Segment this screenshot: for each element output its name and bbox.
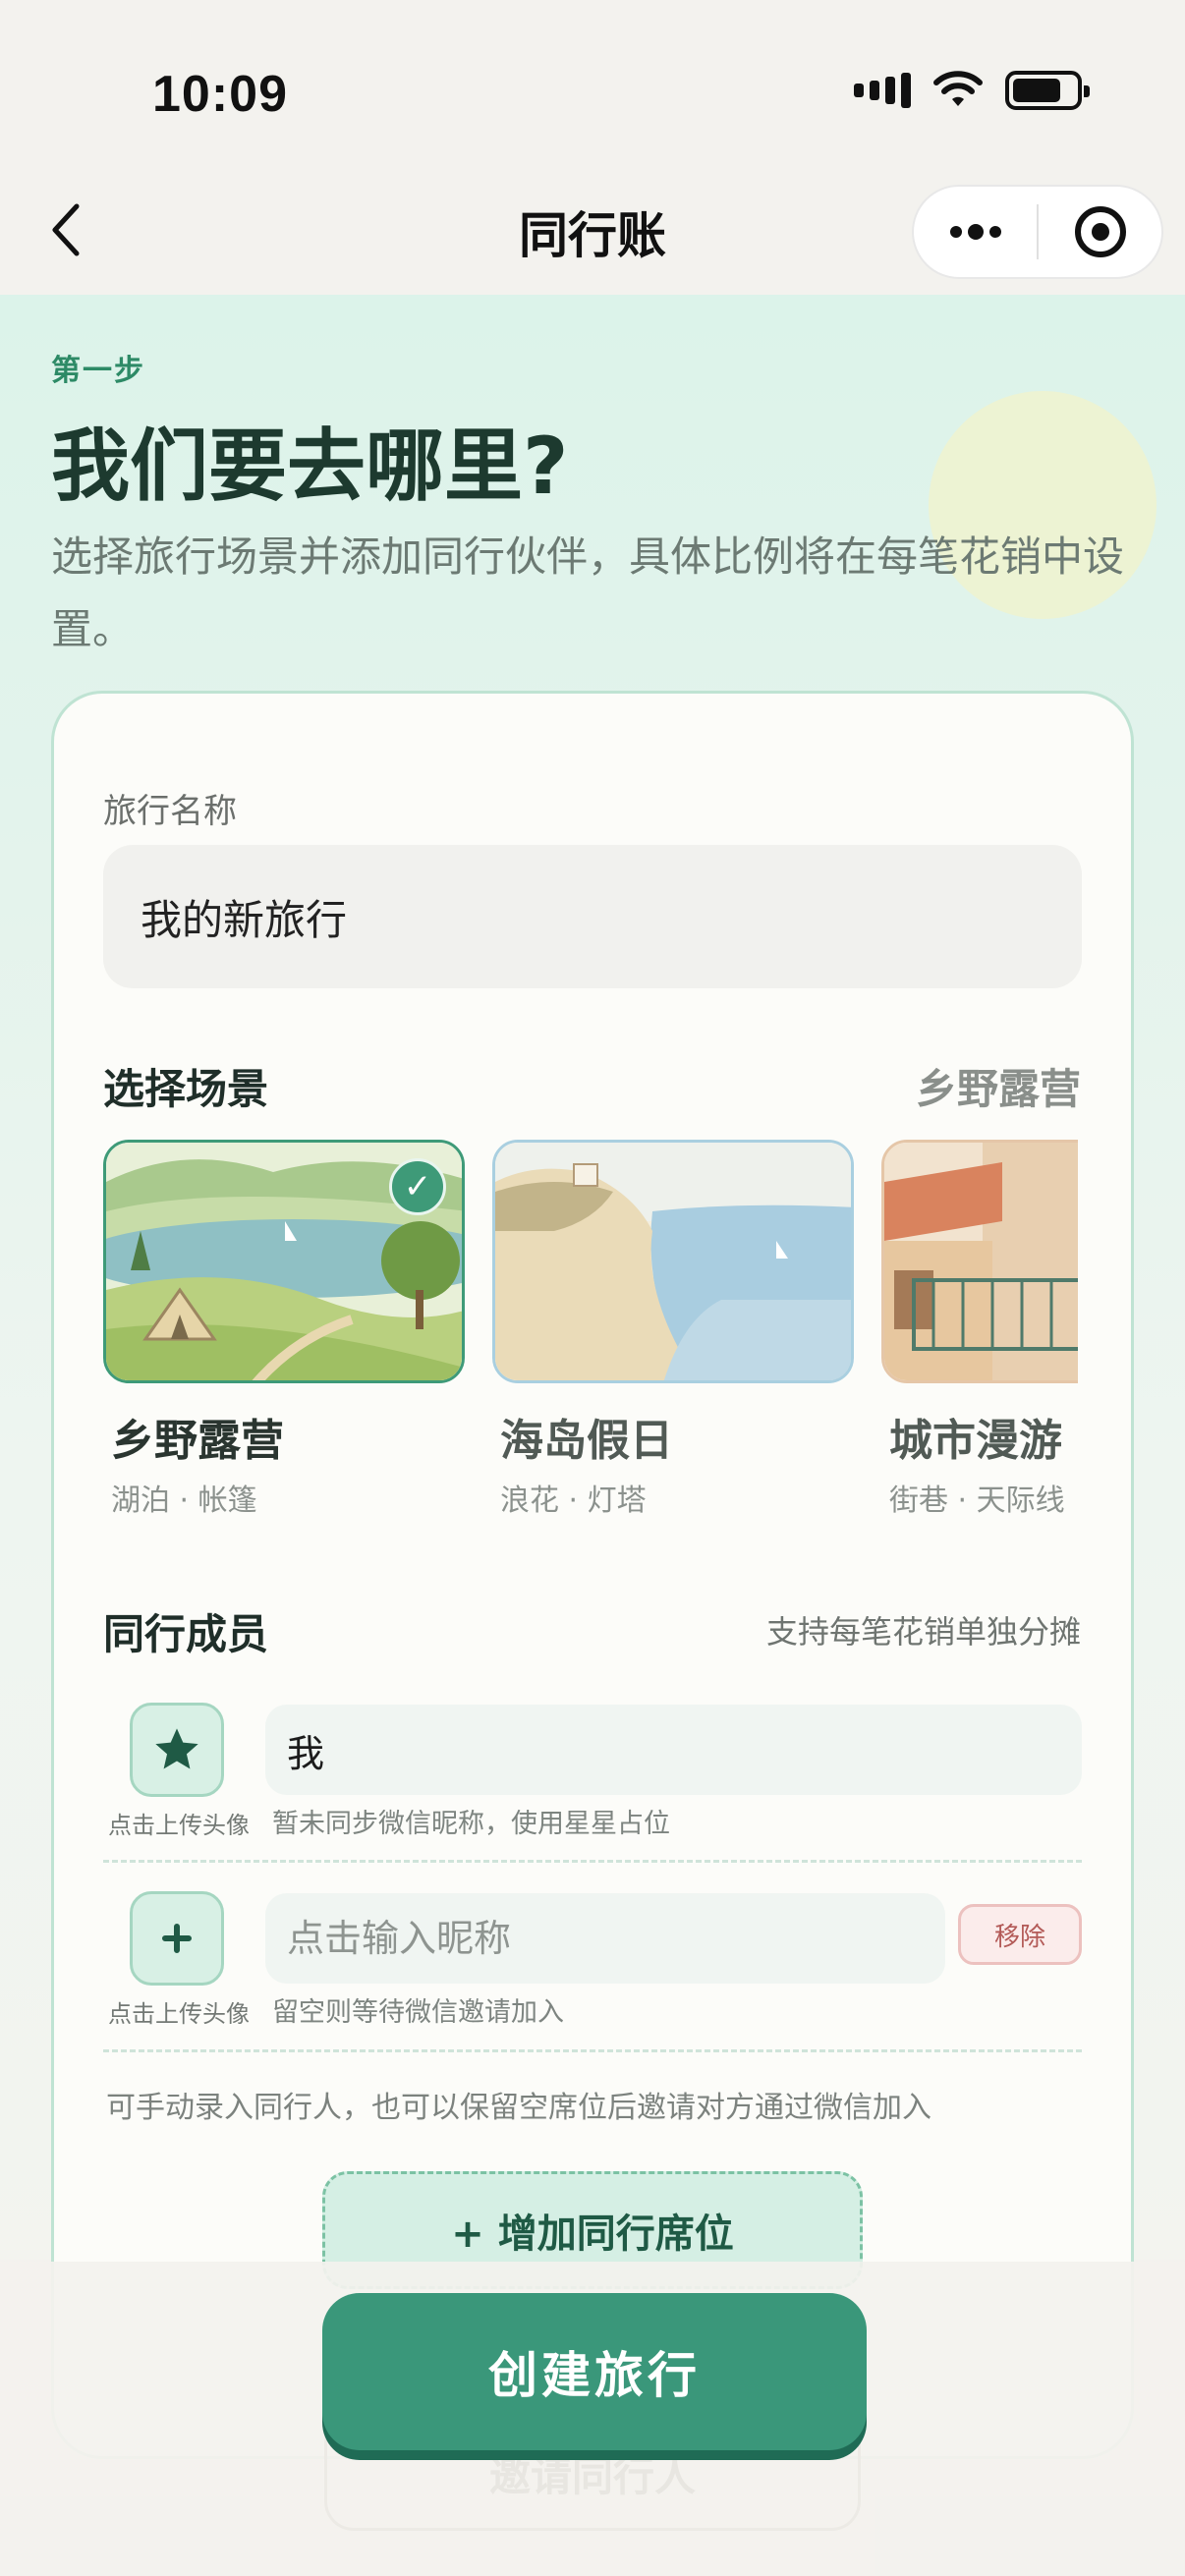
status-time: 10:09: [152, 66, 288, 123]
trip-name-input[interactable]: [103, 845, 1082, 988]
more-button[interactable]: [914, 187, 1037, 277]
close-mini-program-button[interactable]: [1039, 187, 1161, 277]
scene-name: 乡野露营: [111, 1416, 284, 1466]
member-hint: 暂未同步微信昵称，使用星星占位: [272, 1809, 670, 1839]
scene-carousel[interactable]: ✓ 乡野露营 湖泊 · 帐篷 海岛假日 浪花 · 灯塔 城市漫游 街巷 · 天际…: [103, 1140, 1078, 1513]
scene-image-camping: ✓: [103, 1140, 465, 1383]
member-divider: [103, 2049, 1082, 2052]
status-icons: [854, 71, 1090, 110]
remove-member-button[interactable]: 移除: [958, 1904, 1082, 1965]
avatar-upload-caption: 点击上传头像: [108, 1812, 250, 1839]
trip-name-label: 旅行名称: [103, 792, 237, 831]
selected-check-icon: ✓: [389, 1158, 446, 1215]
step-label: 第一步: [51, 354, 145, 388]
signal-icon: [854, 73, 911, 108]
scene-card-city[interactable]: 城市漫游 街巷 · 天际线: [881, 1140, 1078, 1513]
scene-image-city: [881, 1140, 1078, 1383]
scene-tags: 街巷 · 天际线: [889, 1484, 1065, 1513]
selected-scene-label: 乡野露营: [915, 1065, 1081, 1113]
more-dots-icon: [949, 224, 1001, 240]
battery-icon: [1005, 71, 1090, 110]
scene-tags: 湖泊 · 帐篷: [111, 1484, 257, 1513]
scene-image-island: [492, 1140, 854, 1383]
status-bar: 10:09: [0, 0, 1185, 187]
member-nickname-input[interactable]: [265, 1705, 1082, 1795]
target-icon: [1074, 206, 1126, 257]
avatar-upload-caption: 点击上传头像: [108, 2000, 250, 2028]
scene-card-island[interactable]: 海岛假日 浪花 · 灯塔: [492, 1140, 854, 1513]
scene-card-camping[interactable]: ✓ 乡野露营 湖泊 · 帐篷: [103, 1140, 465, 1513]
scene-tags: 浪花 · 灯塔: [500, 1484, 647, 1513]
wifi-icon: [933, 71, 983, 106]
header-subtitle: 选择旅行场景并添加同行伙伴，具体比例将在每笔花销中设置。: [51, 532, 1125, 653]
member-nickname-input[interactable]: [265, 1893, 945, 1984]
members-footer-note: 可手动录入同行人，也可以保留空席位后邀请对方通过微信加入: [106, 2091, 931, 2125]
member-hint: 留空则等待微信邀请加入: [272, 1997, 564, 2028]
members-section-title: 同行成员: [103, 1610, 269, 1658]
avatar-upload-button[interactable]: [130, 1703, 224, 1797]
mini-program-capsule: [912, 185, 1163, 279]
scene-name: 海岛假日: [500, 1416, 673, 1466]
member-divider: [103, 1860, 1082, 1863]
avatar-upload-button[interactable]: [130, 1891, 224, 1986]
scene-name: 城市漫游: [889, 1416, 1062, 1466]
scene-section-title: 选择场景: [103, 1065, 269, 1113]
members-note: 支持每笔花销单独分摊: [765, 1613, 1081, 1651]
create-trip-button[interactable]: 创建旅行: [322, 2293, 867, 2450]
plus-icon: [162, 1924, 192, 1953]
star-icon: [155, 1728, 198, 1769]
main-heading: 我们要去哪里?: [51, 420, 569, 512]
